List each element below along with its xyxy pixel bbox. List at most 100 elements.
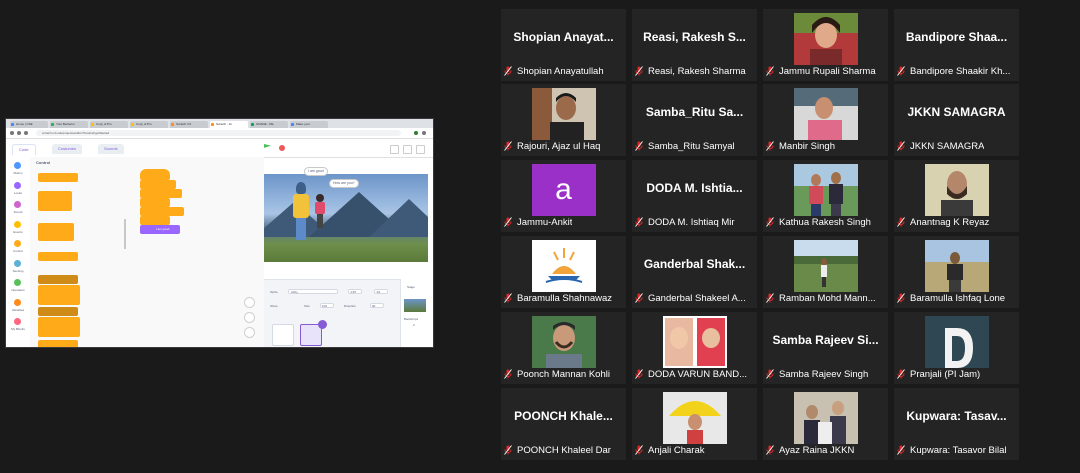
say-block[interactable]: I am good (140, 225, 180, 234)
zoom-out-icon[interactable] (244, 312, 255, 323)
browser-tab[interactable]: Home | CSE (10, 121, 48, 128)
tab-code[interactable]: Code (12, 144, 36, 155)
mic-muted-icon (897, 293, 905, 303)
direction-label: Direction (344, 304, 356, 308)
participant-tile[interactable]: JKKN SAMAGRA JKKN SAMAGRA (894, 84, 1019, 156)
participant-tile[interactable]: Pranjali (PI Jam) (894, 312, 1019, 384)
wait-block[interactable] (38, 173, 78, 182)
participant-tile[interactable]: Anjali Charak (632, 388, 757, 460)
participant-tile[interactable]: DODA VARUN BAND... (632, 312, 757, 384)
browser-tab[interactable]: Scratch 3.0 (170, 121, 208, 128)
when-flag-clicked-block[interactable] (140, 169, 170, 180)
participant-tile[interactable]: Jammu Rupali Sharma (763, 9, 888, 81)
sprite-child[interactable] (314, 194, 326, 230)
direction-field[interactable]: 90 (370, 303, 384, 308)
participant-tile[interactable]: Manbir Singh (763, 84, 888, 156)
if-else-block[interactable] (38, 275, 78, 284)
y-field[interactable]: -51 (374, 289, 388, 294)
participant-name-label: Kathua Rakesh Singh (766, 216, 871, 229)
participant-tile[interactable]: Kupwara: Tasav... Kupwara: Tasavor Bilal (894, 388, 1019, 460)
script-block[interactable] (140, 189, 182, 198)
back-icon[interactable] (10, 131, 14, 135)
sprite-abby[interactable] (292, 182, 310, 242)
category-my-blocks[interactable]: My Blocks (6, 315, 30, 335)
browser-tab[interactable]: Copy of Pro (90, 121, 128, 128)
reload-icon[interactable] (24, 131, 28, 135)
stop-icon[interactable] (279, 145, 285, 151)
zoom-reset-icon[interactable] (244, 327, 255, 338)
category-control[interactable]: Control (6, 237, 30, 257)
stop-all-block[interactable] (38, 340, 78, 347)
mic-muted-icon (635, 293, 643, 303)
forward-icon[interactable] (17, 131, 21, 135)
tab-sounds[interactable]: Sounds (98, 144, 124, 154)
participant-tile[interactable]: POONCH Khale... POONCH Khaleel Dar (501, 388, 626, 460)
repeat-until-block[interactable] (38, 317, 80, 337)
show-label: Show (270, 304, 278, 308)
participant-tile[interactable]: Baramulla Shahnawaz (501, 236, 626, 308)
forever-block[interactable] (38, 223, 74, 241)
category-motion[interactable]: Motion (6, 159, 30, 179)
sprite-name-field[interactable]: Abby (288, 289, 338, 294)
browser-tab[interactable]: Copy of Pro (130, 121, 168, 128)
participant-tile[interactable]: a Jammu-Ankit (501, 160, 626, 232)
script-block[interactable] (140, 216, 170, 225)
stage-selector[interactable]: Stage Backdrops 2 (400, 279, 429, 347)
participant-tile[interactable]: Samba_Ritu Sa... Samba_Ritu Samyal (632, 84, 757, 156)
participant-display-name: Bandipore Shaa... (905, 30, 1008, 44)
large-stage-icon[interactable] (403, 145, 412, 154)
category-looks[interactable]: Looks (6, 179, 30, 199)
wait-until-block[interactable] (38, 307, 78, 316)
participant-tile[interactable]: Baramulla Ishfaq Lone (894, 236, 1019, 308)
category-sound[interactable]: Sound (6, 198, 30, 218)
code-workspace[interactable]: I am good (128, 157, 264, 347)
browser-tab[interactable]: GRADE - RE (250, 121, 288, 128)
browser-tab[interactable]: Make your (290, 121, 328, 128)
participant-tile[interactable]: Rajouri, Ajaz ul Haq (501, 84, 626, 156)
x-field[interactable]: -135 (348, 289, 362, 294)
participant-name: Pranjali (PI Jam) (910, 369, 981, 380)
profile-icon[interactable] (414, 131, 418, 135)
participant-tile[interactable]: Reasi, Rakesh S... Reasi, Rakesh Sharma (632, 9, 757, 81)
browser-tab-active[interactable]: Scratch - Im (210, 121, 248, 128)
sprite-thumbnail[interactable] (272, 324, 294, 346)
participant-tile[interactable]: Bandipore Shaa... Bandipore Shaakir Kh... (894, 9, 1019, 81)
participant-tile[interactable]: Ramban Mohd Mann... (763, 236, 888, 308)
script-block[interactable] (140, 207, 184, 216)
if-else-body-block[interactable] (38, 285, 80, 305)
script-block[interactable] (140, 180, 176, 189)
add-sprite-button[interactable] (318, 320, 327, 329)
size-field[interactable]: 100 (320, 303, 334, 308)
category-variables[interactable]: Variables (6, 296, 30, 316)
participant-name-label: Reasi, Rakesh Sharma (635, 65, 746, 78)
script-block[interactable] (140, 198, 170, 207)
participant-tile[interactable]: Anantnag K Reyaz (894, 160, 1019, 232)
participant-tile[interactable]: Samba Rajeev Si... Samba Rajeev Singh (763, 312, 888, 384)
participant-tile[interactable]: Kathua Rakesh Singh (763, 160, 888, 232)
stage-thumbnail[interactable] (404, 299, 426, 312)
palette-title: Control (36, 160, 51, 165)
participant-tile[interactable]: Ayaz Raina JKKN (763, 388, 888, 460)
category-sensing[interactable]: Sensing (6, 257, 30, 277)
fullscreen-icon[interactable] (416, 145, 425, 154)
participant-tile[interactable]: Ganderbal Shak... Ganderbal Shakeel A... (632, 236, 757, 308)
participant-tile[interactable]: DODA M. Ishtia... DODA M. Ishtiaq Mir (632, 160, 757, 232)
url-field[interactable]: scratch.mit.edu/projects/editor/?tutoria… (36, 130, 401, 136)
tab-costumes[interactable]: Costumes (52, 144, 83, 154)
palette-scrollbar[interactable] (124, 219, 126, 249)
repeat-block[interactable] (38, 191, 72, 211)
participant-name: Manbir Singh (779, 141, 835, 152)
category-events[interactable]: Events (6, 218, 30, 238)
participant-tile[interactable]: Shopian Anayat... Shopian Anayatullah (501, 9, 626, 81)
small-stage-icon[interactable] (390, 145, 399, 154)
participant-video-field-person (793, 240, 858, 292)
browser-tab[interactable]: Your Behavior (50, 121, 88, 128)
participant-name: Jammu Rupali Sharma (779, 66, 876, 77)
participant-name: Jammu-Ankit (517, 217, 573, 228)
participant-tile[interactable]: Poonch Mannan Kohli (501, 312, 626, 384)
category-operators[interactable]: Operators (6, 276, 30, 296)
participant-name-label: Anjali Charak (635, 444, 705, 457)
zoom-in-icon[interactable] (244, 297, 255, 308)
menu-icon[interactable] (422, 131, 426, 135)
if-then-block[interactable] (38, 252, 78, 261)
